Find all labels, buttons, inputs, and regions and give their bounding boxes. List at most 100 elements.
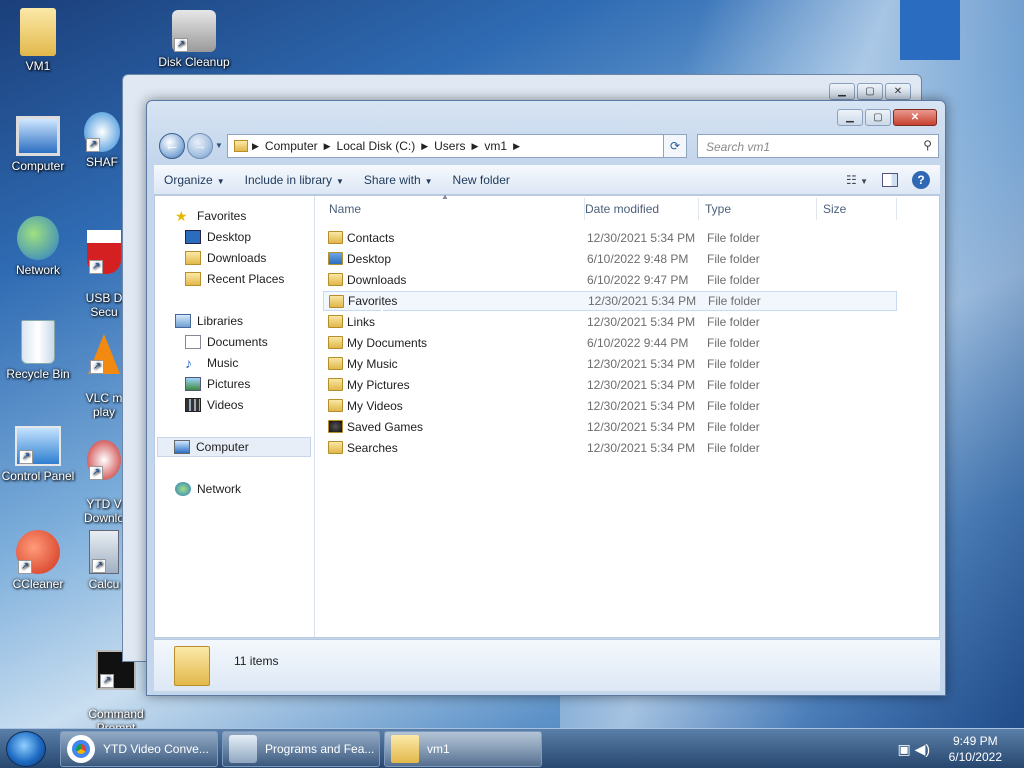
breadcrumb-arrow-icon[interactable]: ▶ xyxy=(252,141,259,152)
nav-downloads[interactable]: Downloads xyxy=(185,248,266,268)
breadcrumb-local-disk[interactable]: Local Disk (C:) xyxy=(331,139,422,153)
organize-button[interactable]: Organize ▼ xyxy=(154,173,235,187)
nav-music[interactable]: ♪ Music xyxy=(185,353,238,373)
search-placeholder: Search vm1 xyxy=(706,140,771,154)
desktop-icon-shaf[interactable]: ↗ SHAF xyxy=(80,112,124,169)
desktop-icon xyxy=(185,230,201,244)
list-item[interactable]: Desktop 6/10/2022 9:48 PM File folder xyxy=(323,249,897,269)
file-name: Desktop xyxy=(347,252,392,266)
desktop-icon-calculator[interactable]: ↗ Calcu xyxy=(82,530,126,591)
back-button[interactable]: ← xyxy=(159,133,185,159)
desktop-icon-vlc[interactable]: ↗ VLC m play xyxy=(82,320,126,419)
desktop-icon-recycle-bin[interactable]: Recycle Bin xyxy=(0,320,80,381)
list-item[interactable]: My Videos 12/30/2021 5:34 PM File folder xyxy=(323,396,897,416)
list-item[interactable]: Downloads 6/10/2022 9:47 PM File folder xyxy=(323,270,897,290)
desktop-icon-network[interactable]: Network xyxy=(0,216,80,277)
list-item[interactable]: Saved Games 12/30/2021 5:34 PM File folder xyxy=(323,417,897,437)
forward-button[interactable]: → xyxy=(187,133,213,159)
file-type: File folder xyxy=(708,294,761,308)
file-name: Saved Games xyxy=(347,420,424,434)
desktop-icon-label: USB D Secu xyxy=(85,291,123,319)
nav-label: Favorites xyxy=(197,209,247,223)
list-item[interactable]: My Documents 6/10/2022 9:44 PM File folder xyxy=(323,333,897,353)
breadcrumb-arrow-icon[interactable]: ▶ xyxy=(421,141,428,152)
start-button[interactable] xyxy=(6,731,46,767)
nav-label: Network xyxy=(197,482,242,496)
clock[interactable]: 9:49 PM 6/10/2022 xyxy=(949,733,1002,765)
volume-icon[interactable]: ◀) xyxy=(915,741,930,757)
address-bar[interactable]: ▶ Computer ▶ Local Disk (C:) ▶ Users ▶ v… xyxy=(227,134,687,158)
refresh-button[interactable]: ⟳ xyxy=(663,134,687,158)
column-header-date[interactable]: Date modified xyxy=(579,198,699,220)
nav-pictures[interactable]: Pictures xyxy=(185,374,250,394)
column-header-size[interactable]: Size xyxy=(817,198,897,220)
list-item[interactable]: Contacts 12/30/2021 5:34 PM File folder xyxy=(323,228,897,248)
minimize-button[interactable]: ▁ xyxy=(837,109,863,126)
breadcrumb-vm1[interactable]: vm1 xyxy=(478,139,513,153)
explorer-window[interactable]: ▁ ▢ ✕ ← → ▼ ▶ Computer ▶ Local Disk (C:)… xyxy=(146,100,946,696)
breadcrumb-users[interactable]: Users xyxy=(428,139,471,153)
network-icon xyxy=(175,482,191,496)
folder-icon xyxy=(391,735,419,763)
desktop-icon-disk-cleanup[interactable]: ↗ Disk Cleanup xyxy=(152,10,236,69)
desktop-icon-ccleaner[interactable]: ↗ CCleaner xyxy=(0,530,80,591)
desktop-icon-label: Disk Cleanup xyxy=(158,55,230,69)
column-header-type[interactable]: Type xyxy=(699,198,817,220)
search-input[interactable]: Search vm1 ⚲ xyxy=(697,134,939,158)
clock-date: 6/10/2022 xyxy=(948,750,1002,764)
view-options-icon[interactable]: ☷ ▼ xyxy=(846,173,868,187)
file-date: 12/30/2021 5:34 PM xyxy=(588,294,697,308)
maximize-button[interactable]: ▢ xyxy=(865,109,891,126)
taskbar-item-programs[interactable]: Programs and Fea... xyxy=(222,731,380,767)
close-button[interactable]: ✕ xyxy=(885,83,911,100)
list-item[interactable]: Links 12/30/2021 5:34 PM File folder xyxy=(323,312,897,332)
include-in-library-button[interactable]: Include in library ▼ xyxy=(235,173,354,187)
new-folder-button[interactable]: New folder xyxy=(443,173,520,187)
recent-places-icon xyxy=(185,272,201,286)
taskbar-item-ytd[interactable]: YTD Video Conve... xyxy=(60,731,218,767)
list-item[interactable]: My Pictures 12/30/2021 5:34 PM File folder xyxy=(323,375,897,395)
file-date: 6/10/2022 9:48 PM xyxy=(587,252,689,266)
list-item[interactable]: Favorites 12/30/2021 5:34 PM File folder xyxy=(323,291,897,311)
ytd-downloader-icon: ↗ xyxy=(87,440,121,480)
recent-pages-chevron-icon[interactable]: ▼ xyxy=(215,141,223,150)
list-item[interactable]: Searches 12/30/2021 5:34 PM File folder xyxy=(323,438,897,458)
music-icon: ♪ xyxy=(185,355,192,371)
taskbar-item-vm1[interactable]: vm1 xyxy=(384,731,542,767)
desktop-icon-control-panel[interactable]: ↗ Control Panel xyxy=(0,426,80,483)
help-icon[interactable]: ? xyxy=(912,170,930,189)
ccleaner-icon: ↗ xyxy=(16,530,60,574)
list-item[interactable]: My Music 12/30/2021 5:34 PM File folder xyxy=(323,354,897,374)
search-icon[interactable]: ⚲ xyxy=(923,138,932,152)
nav-videos[interactable]: Videos xyxy=(185,395,243,415)
file-name: Downloads xyxy=(347,273,407,287)
close-button[interactable]: ✕ xyxy=(893,109,937,126)
minimize-button[interactable]: ▁ xyxy=(829,83,855,100)
nav-recent-places[interactable]: Recent Places xyxy=(185,269,284,289)
nav-documents[interactable]: Documents xyxy=(185,332,268,352)
nav-favorites[interactable]: ★ Favorites xyxy=(175,206,246,226)
nav-network[interactable]: Network xyxy=(175,479,241,499)
desktop-icon-label: Calcu xyxy=(88,577,120,591)
chevron-down-icon: ▼ xyxy=(424,176,433,186)
network-status-icon[interactable]: ▣ xyxy=(897,741,910,757)
share-with-button[interactable]: Share with ▼ xyxy=(354,173,443,187)
desktop-icon-vm1[interactable]: VM1 xyxy=(0,8,80,73)
breadcrumb-computer[interactable]: Computer xyxy=(259,139,324,153)
desktop-icon-usb[interactable]: ↗ USB D Secu xyxy=(82,216,126,319)
file-date: 12/30/2021 5:34 PM xyxy=(587,399,696,413)
breadcrumb-arrow-icon[interactable]: ▶ xyxy=(513,141,520,152)
nav-desktop[interactable]: Desktop xyxy=(185,227,251,247)
nav-computer[interactable]: Computer xyxy=(157,437,311,457)
desktop-icon-label: SHAF xyxy=(85,155,118,169)
file-type: File folder xyxy=(707,378,760,392)
desktop-icon-ytd[interactable]: ↗ YTD V Downlo xyxy=(82,426,126,525)
usb-security-icon: ↗ xyxy=(87,230,121,274)
maximize-button[interactable]: ▢ xyxy=(857,83,883,100)
column-header-name[interactable]: Name xyxy=(323,198,585,220)
breadcrumb-arrow-icon[interactable]: ▶ xyxy=(471,141,478,152)
nav-libraries[interactable]: Libraries xyxy=(175,311,243,331)
breadcrumb-arrow-icon[interactable]: ▶ xyxy=(324,141,331,152)
desktop-icon-computer[interactable]: Computer xyxy=(0,116,80,173)
preview-pane-icon[interactable] xyxy=(882,172,898,187)
